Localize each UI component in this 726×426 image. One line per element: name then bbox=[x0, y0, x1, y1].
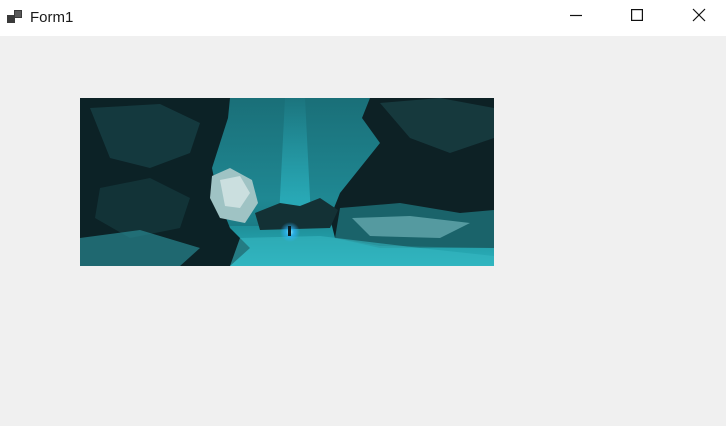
picture-box[interactable] bbox=[80, 98, 494, 266]
maximize-button[interactable] bbox=[614, 0, 660, 34]
maximize-icon bbox=[631, 8, 644, 26]
client-area bbox=[0, 36, 726, 426]
minimize-button[interactable] bbox=[553, 0, 599, 34]
close-button[interactable] bbox=[676, 0, 722, 34]
app-icon[interactable] bbox=[6, 9, 24, 25]
cave-landscape-image bbox=[80, 98, 494, 266]
form1-window: Form1 bbox=[0, 0, 726, 426]
title-bar[interactable]: Form1 bbox=[0, 0, 726, 36]
minimize-icon bbox=[570, 8, 582, 26]
close-icon bbox=[692, 8, 706, 27]
window-title: Form1 bbox=[30, 9, 74, 26]
